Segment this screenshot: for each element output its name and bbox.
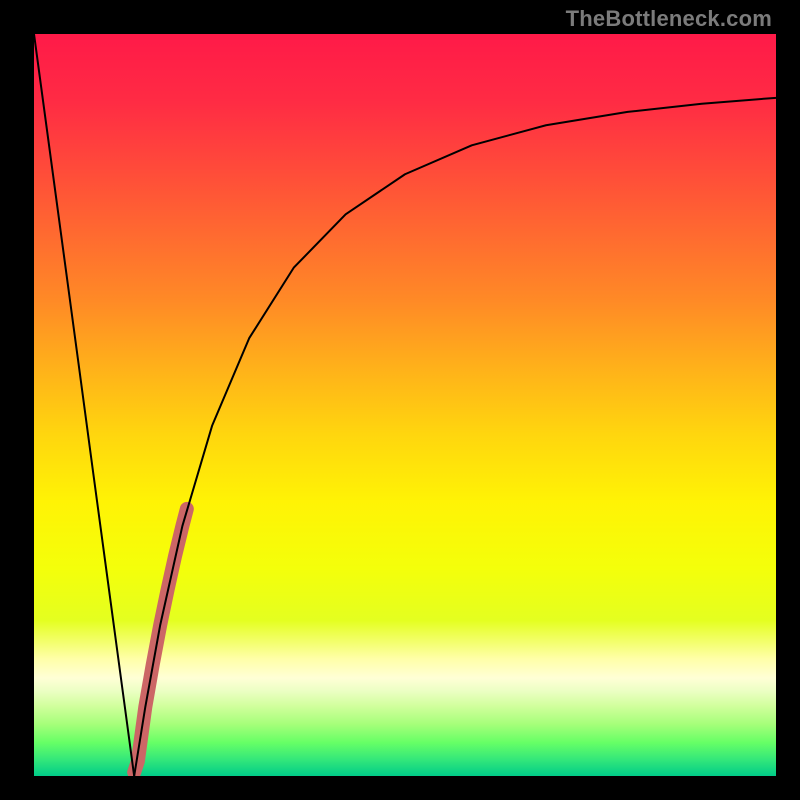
outer-frame: TheBottleneck.com <box>0 0 800 800</box>
series-right-branch <box>134 98 776 776</box>
plot-area <box>34 34 776 776</box>
watermark-text: TheBottleneck.com <box>566 6 772 32</box>
chart-svg <box>34 34 776 776</box>
series-left-branch <box>34 34 134 776</box>
